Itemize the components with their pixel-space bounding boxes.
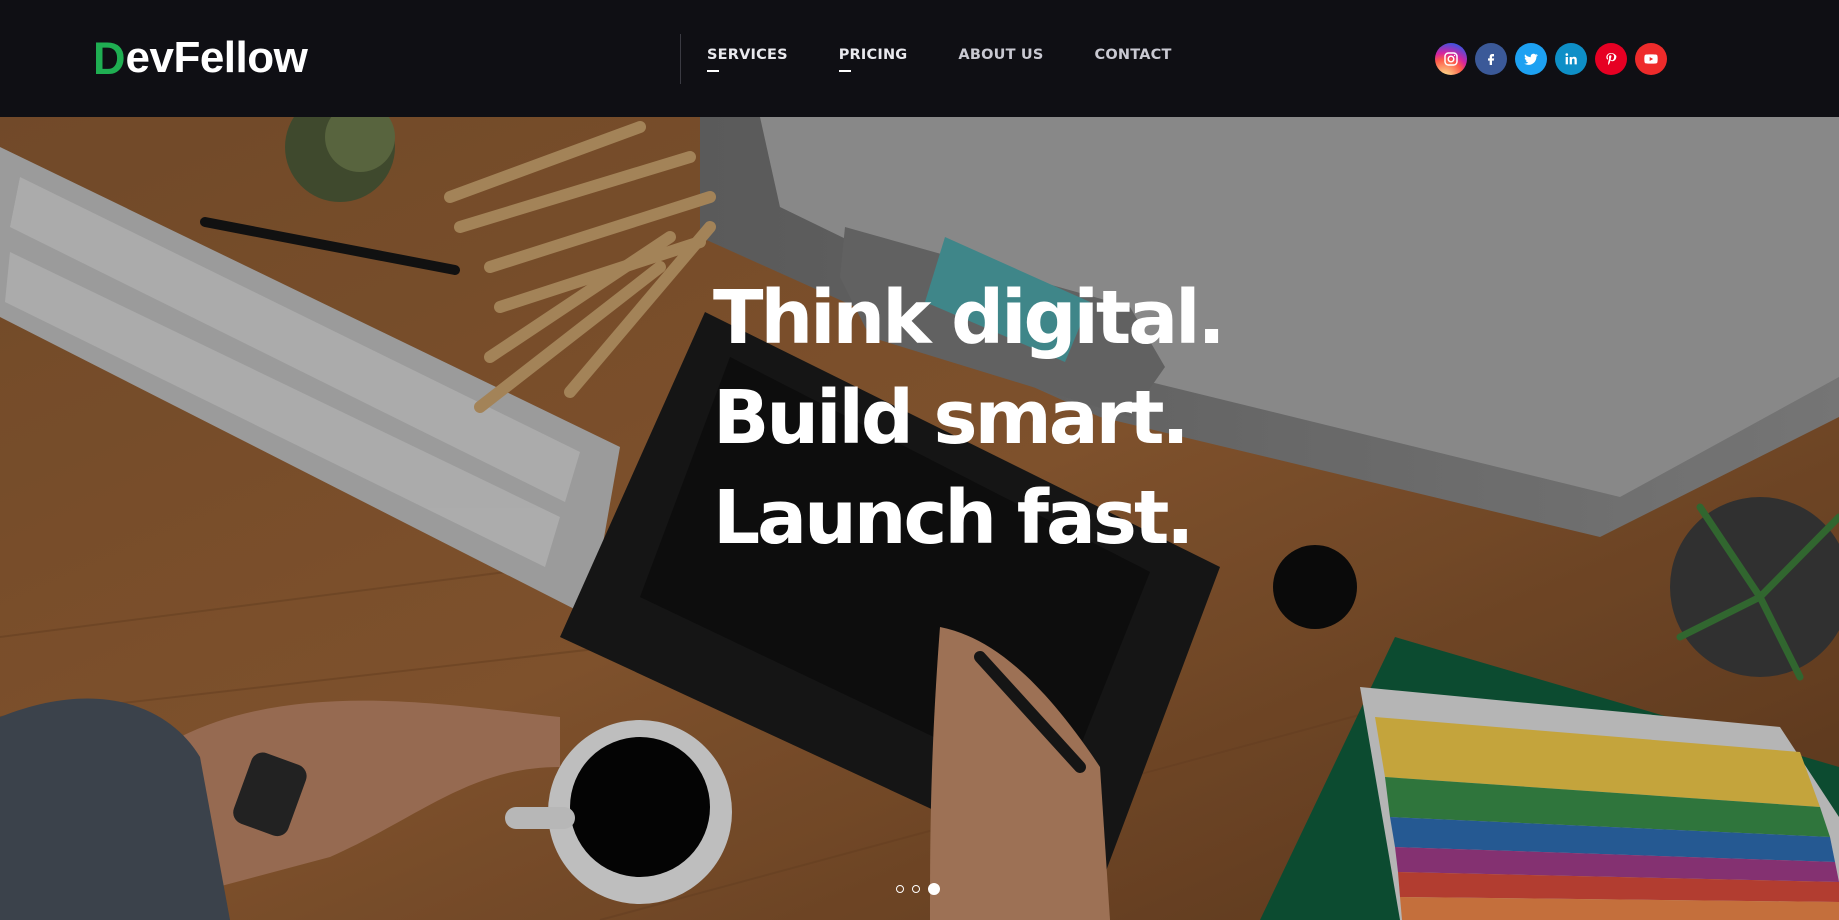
slider-dot-2[interactable] xyxy=(912,885,920,893)
nav-divider xyxy=(680,34,681,84)
nav-item-contact[interactable]: CONTACT xyxy=(1095,47,1172,63)
youtube-button[interactable] xyxy=(1635,43,1667,75)
pinterest-icon xyxy=(1606,53,1617,65)
nav-item-services[interactable]: SERVICES xyxy=(707,47,788,72)
facebook-button[interactable] xyxy=(1475,43,1507,75)
hero-headline: Think digital. Build smart. Launch fast. xyxy=(713,268,1226,568)
nav-item-pricing[interactable]: PRICING xyxy=(838,47,908,72)
main-nav: SERVICES PRICING ABOUT US CONTACT xyxy=(707,47,1172,72)
slider-dots xyxy=(896,883,940,895)
logo[interactable]: D evFellow xyxy=(93,32,308,84)
headline-line-2: Build smart. xyxy=(713,375,1190,461)
social-links xyxy=(1435,43,1667,75)
linkedin-icon xyxy=(1565,53,1577,65)
instagram-icon xyxy=(1444,52,1458,66)
pinterest-button[interactable] xyxy=(1595,43,1627,75)
slider-dot-3[interactable] xyxy=(928,883,940,895)
twitter-button[interactable] xyxy=(1515,43,1547,75)
youtube-icon xyxy=(1644,54,1658,64)
headline-line-1: Think digital. xyxy=(713,275,1226,361)
logo-text: evFellow xyxy=(125,33,308,82)
slider-dot-1[interactable] xyxy=(896,885,904,893)
top-bar: D evFellow SERVICES PRICING ABOUT US CON… xyxy=(0,0,1839,117)
facebook-icon xyxy=(1488,54,1495,65)
linkedin-button[interactable] xyxy=(1555,43,1587,75)
nav-item-about-us[interactable]: ABOUT US xyxy=(958,47,1043,63)
twitter-icon xyxy=(1524,53,1538,65)
instagram-button[interactable] xyxy=(1435,43,1467,75)
logo-mark: D xyxy=(93,32,126,84)
headline-line-3: Launch fast. xyxy=(713,475,1194,561)
